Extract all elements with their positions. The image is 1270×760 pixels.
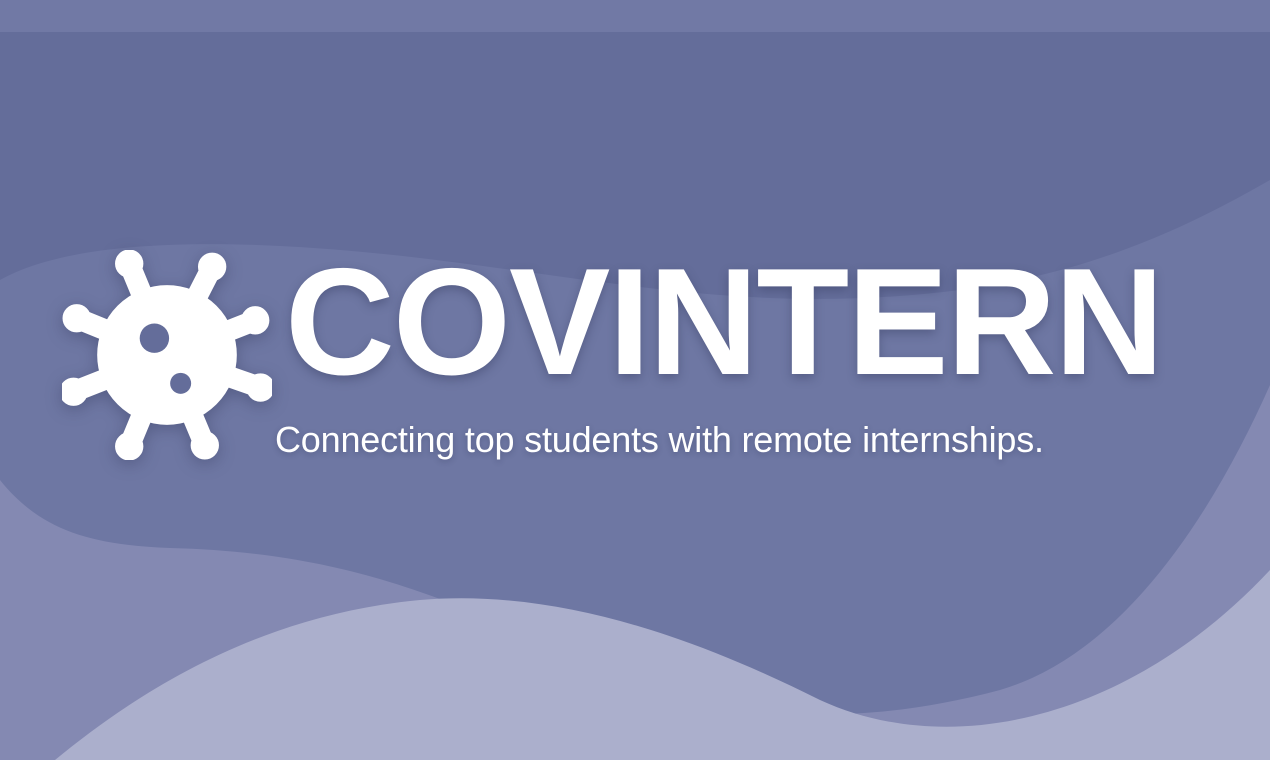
hero-banner: COVINTERN Connecting top students with r… <box>0 0 1270 760</box>
hero-content: COVINTERN Connecting top students with r… <box>0 0 1270 760</box>
brand-title: COVINTERN <box>285 237 1164 407</box>
virus-gear-icon <box>62 250 272 460</box>
tagline: Connecting top students with remote inte… <box>275 419 1044 460</box>
